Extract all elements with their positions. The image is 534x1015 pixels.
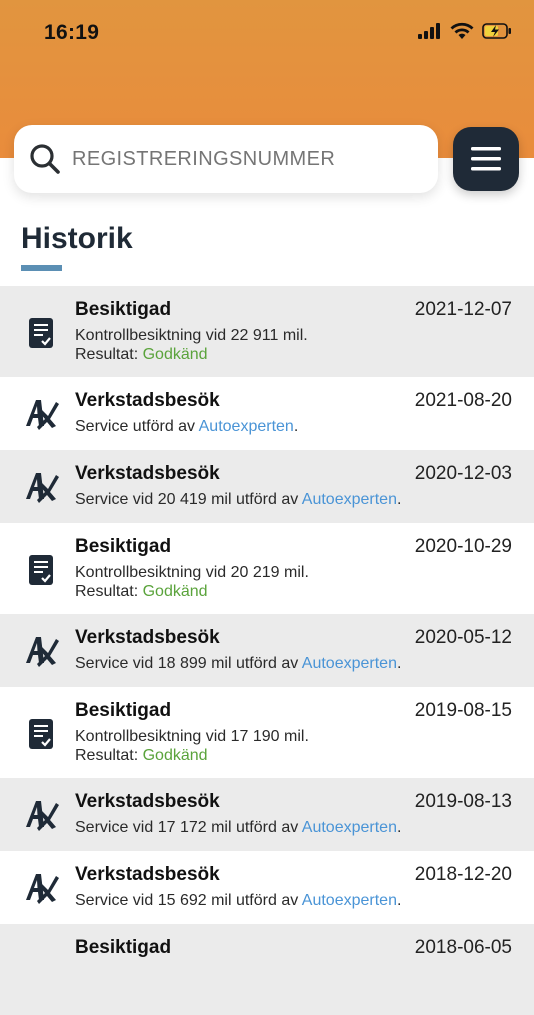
- item-date: 2020-12-03: [414, 463, 512, 484]
- history-item-workshop[interactable]: Verkstadsbesök 2020-05-12 Service vid 18…: [0, 614, 534, 687]
- item-date: 2021-08-20: [414, 390, 512, 411]
- history-item-inspection[interactable]: Besiktigad 2018-06-05: [0, 924, 534, 1015]
- item-title: Besiktigad: [75, 299, 172, 320]
- battery-charging-icon: [482, 23, 511, 39]
- inspection-document-icon: [21, 313, 61, 353]
- item-date: 2019-08-13: [414, 791, 512, 812]
- workshop-link[interactable]: Autoexperten: [199, 418, 294, 435]
- result-label: Resultat:: [75, 583, 143, 600]
- description-suffix: .: [396, 491, 402, 508]
- item-title: Verkstadsbesök: [75, 463, 220, 484]
- autoexperten-logo-icon: [21, 794, 61, 834]
- autoexperten-logo-icon: [21, 466, 61, 506]
- item-result: Resultat: Godkänd: [75, 583, 208, 601]
- result-value: Godkänd: [142, 583, 208, 600]
- history-item-workshop[interactable]: Verkstadsbesök 2019-08-13 Service vid 17…: [0, 778, 534, 851]
- description-suffix: .: [396, 819, 402, 836]
- status-time: 16:19: [44, 21, 100, 44]
- result-label: Resultat:: [75, 747, 143, 764]
- item-title: Besiktigad: [75, 536, 172, 557]
- item-date: 2020-10-29: [414, 536, 512, 557]
- item-date: 2020-05-12: [414, 627, 512, 648]
- history-item-workshop[interactable]: Verkstadsbesök 2021-08-20 Service utförd…: [0, 377, 534, 450]
- description-suffix: .: [396, 892, 402, 909]
- hamburger-menu-icon: [471, 147, 501, 171]
- description-text: Service vid 15 692 mil utförd av: [75, 892, 302, 909]
- status-icons: [418, 22, 512, 40]
- workshop-link[interactable]: Autoexperten: [302, 491, 397, 508]
- item-title: Verkstadsbesök: [75, 390, 220, 411]
- signal-icon: [418, 23, 440, 39]
- item-title: Verkstadsbesök: [75, 864, 220, 885]
- menu-button[interactable]: [453, 127, 519, 191]
- workshop-link[interactable]: Autoexperten: [302, 892, 397, 909]
- history-item-inspection[interactable]: Besiktigad 2019-08-15 Kontrollbesiktning…: [0, 687, 534, 778]
- workshop-link[interactable]: Autoexperten: [302, 655, 397, 672]
- description-suffix: .: [396, 655, 402, 672]
- autoexperten-logo-icon: [21, 630, 61, 670]
- wifi-icon: [450, 22, 474, 39]
- item-description: Service vid 18 899 mil utförd av Autoexp…: [75, 655, 401, 673]
- autoexperten-logo-icon: [21, 867, 61, 907]
- history-item-workshop[interactable]: Verkstadsbesök 2020-12-03 Service vid 20…: [0, 450, 534, 523]
- item-description: Kontrollbesiktning vid 17 190 mil.: [75, 728, 309, 745]
- item-description: Service utförd av Autoexperten.: [75, 418, 298, 436]
- registration-number-input[interactable]: [72, 147, 412, 171]
- result-label: Resultat:: [75, 346, 143, 363]
- history-list: Besiktigad 2021-12-07 Kontrollbesiktning…: [0, 286, 534, 1015]
- item-result: Resultat: Godkänd: [75, 346, 208, 364]
- item-title: Verkstadsbesök: [75, 791, 220, 812]
- title-underline: [21, 265, 62, 271]
- page-title: Historik: [21, 222, 133, 255]
- description-text: Service utförd av: [75, 418, 199, 435]
- description-text: Service vid 20 419 mil utförd av: [75, 491, 302, 508]
- description-text: Service vid 18 899 mil utförd av: [75, 655, 302, 672]
- autoexperten-logo-icon: [21, 393, 61, 433]
- inspection-document-icon: [21, 714, 61, 754]
- item-result: Resultat: Godkänd: [75, 747, 208, 765]
- item-title: Besiktigad: [75, 700, 172, 721]
- item-description: Service vid 15 692 mil utförd av Autoexp…: [75, 892, 401, 910]
- item-date: 2018-06-05: [414, 937, 512, 958]
- status-bar: 16:19: [0, 0, 534, 68]
- result-value: Godkänd: [142, 346, 208, 363]
- search-icon: [30, 144, 60, 174]
- description-suffix: .: [293, 418, 299, 435]
- item-date: 2018-12-20: [414, 864, 512, 885]
- inspection-document-icon: [21, 550, 61, 590]
- item-description: Kontrollbesiktning vid 22 911 mil.: [75, 327, 308, 344]
- result-value: Godkänd: [142, 747, 208, 764]
- item-date: 2019-08-15: [414, 700, 512, 721]
- item-description: Service vid 17 172 mil utförd av Autoexp…: [75, 819, 401, 837]
- workshop-link[interactable]: Autoexperten: [302, 819, 397, 836]
- search-bar[interactable]: [14, 125, 438, 193]
- item-title: Verkstadsbesök: [75, 627, 220, 648]
- item-title: Besiktigad: [75, 937, 172, 958]
- item-description: Service vid 20 419 mil utförd av Autoexp…: [75, 491, 401, 509]
- history-item-inspection[interactable]: Besiktigad 2020-10-29 Kontrollbesiktning…: [0, 523, 534, 614]
- history-item-workshop[interactable]: Verkstadsbesök 2018-12-20 Service vid 15…: [0, 851, 534, 924]
- item-description: Kontrollbesiktning vid 20 219 mil.: [75, 564, 309, 581]
- description-text: Service vid 17 172 mil utförd av: [75, 819, 302, 836]
- item-date: 2021-12-07: [414, 299, 512, 320]
- history-item-inspection[interactable]: Besiktigad 2021-12-07 Kontrollbesiktning…: [0, 286, 534, 377]
